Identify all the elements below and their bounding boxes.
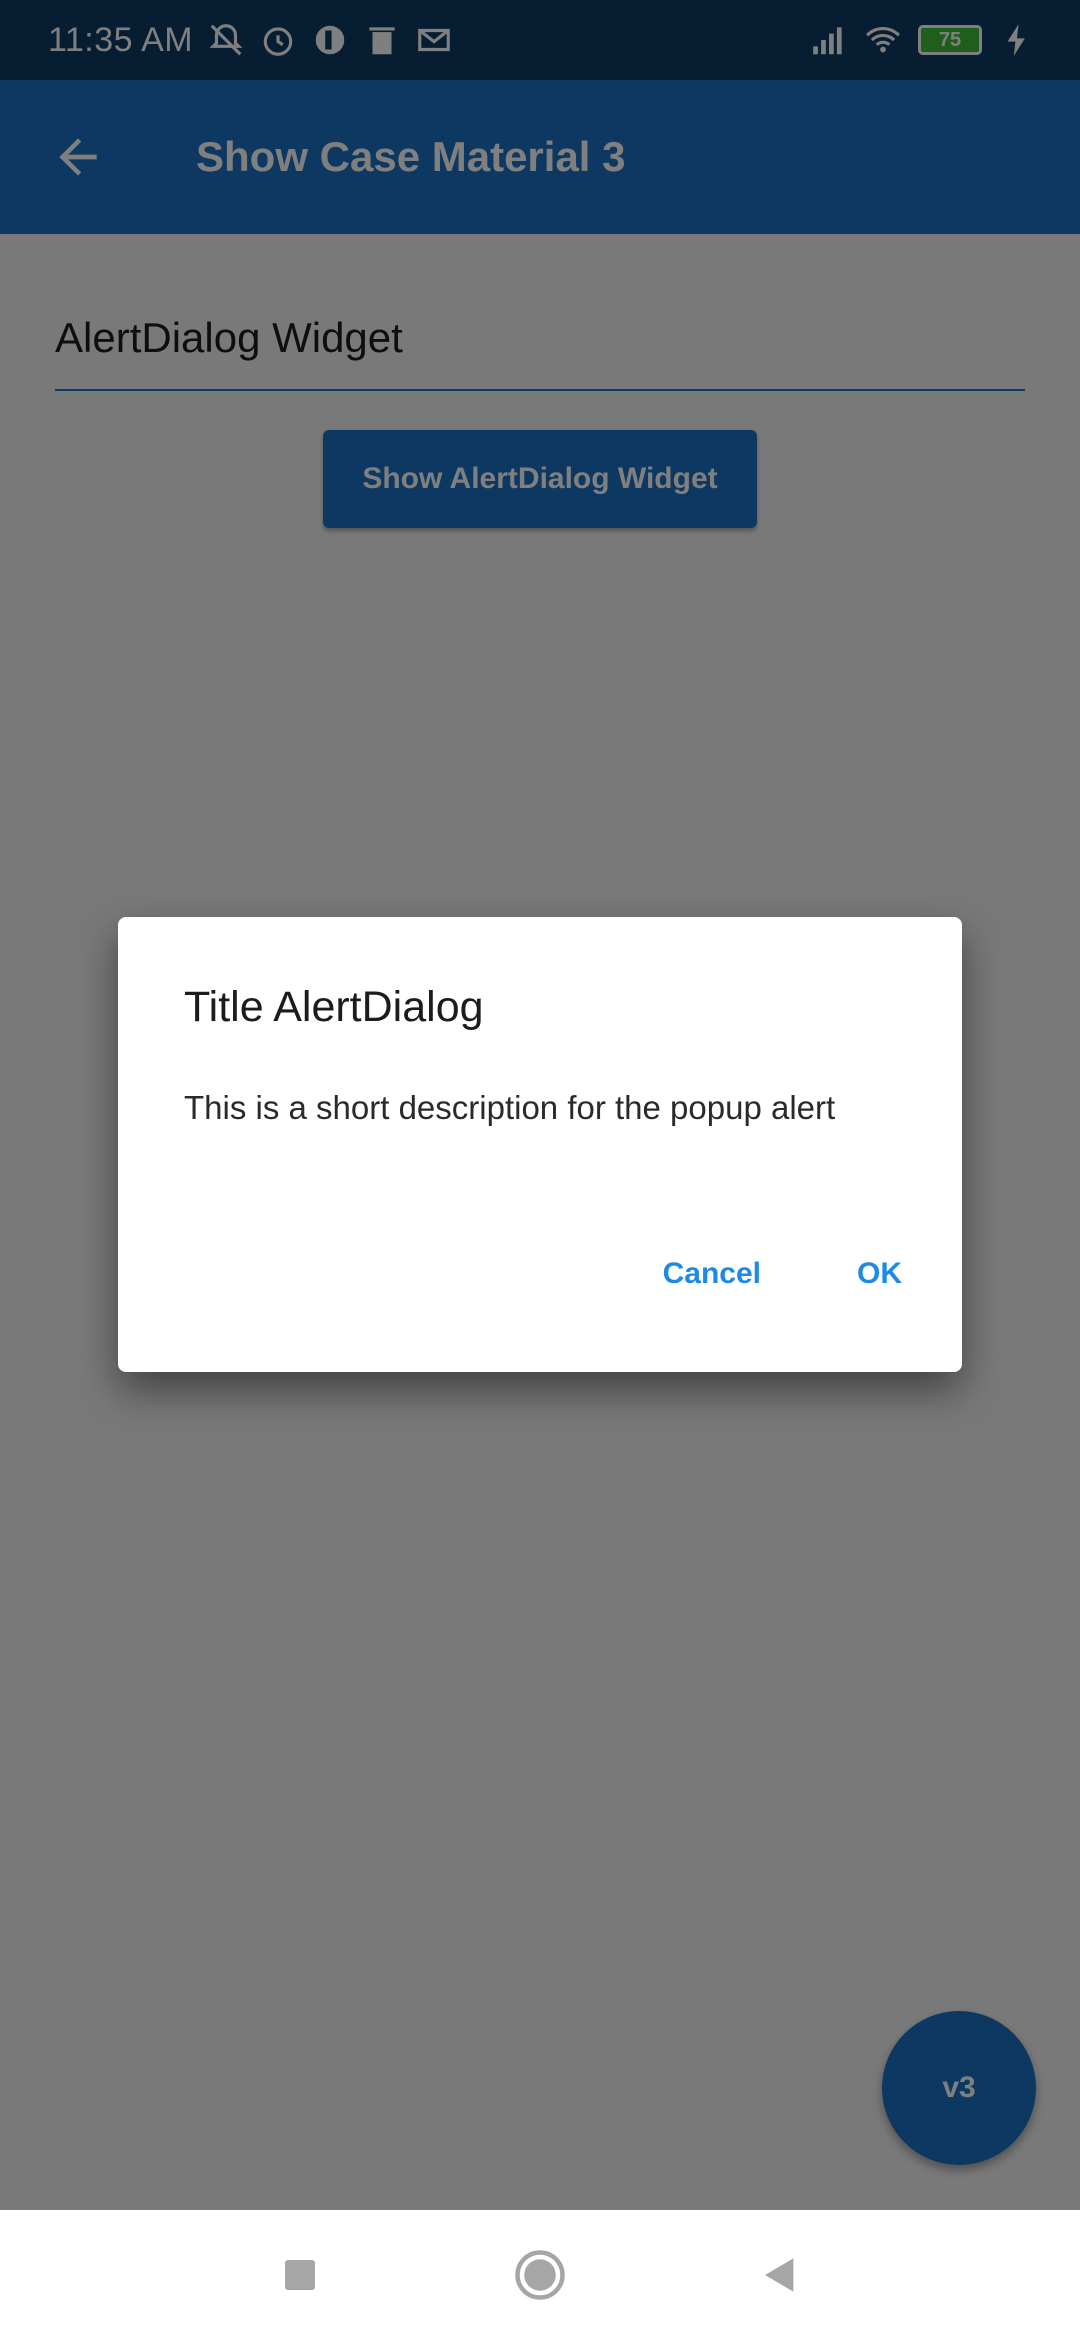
- dialog-actions: Cancel OK: [663, 1257, 902, 1291]
- home-icon: [515, 2250, 565, 2300]
- home-button[interactable]: [510, 2245, 570, 2305]
- recents-icon: [285, 2260, 315, 2290]
- back-icon: [765, 2258, 794, 2292]
- cancel-button[interactable]: Cancel: [663, 1257, 761, 1291]
- dialog-title: Title AlertDialog: [184, 983, 484, 1031]
- recents-button[interactable]: [270, 2245, 330, 2305]
- ok-button[interactable]: OK: [857, 1257, 902, 1291]
- dialog-description: This is a short description for the popu…: [184, 1089, 836, 1126]
- alert-dialog: Title AlertDialog This is a short descri…: [118, 917, 962, 1372]
- navigation-bar: [0, 2210, 1080, 2340]
- nav-back-button[interactable]: [750, 2245, 810, 2305]
- screen: 11:35 AM: [0, 0, 1080, 2340]
